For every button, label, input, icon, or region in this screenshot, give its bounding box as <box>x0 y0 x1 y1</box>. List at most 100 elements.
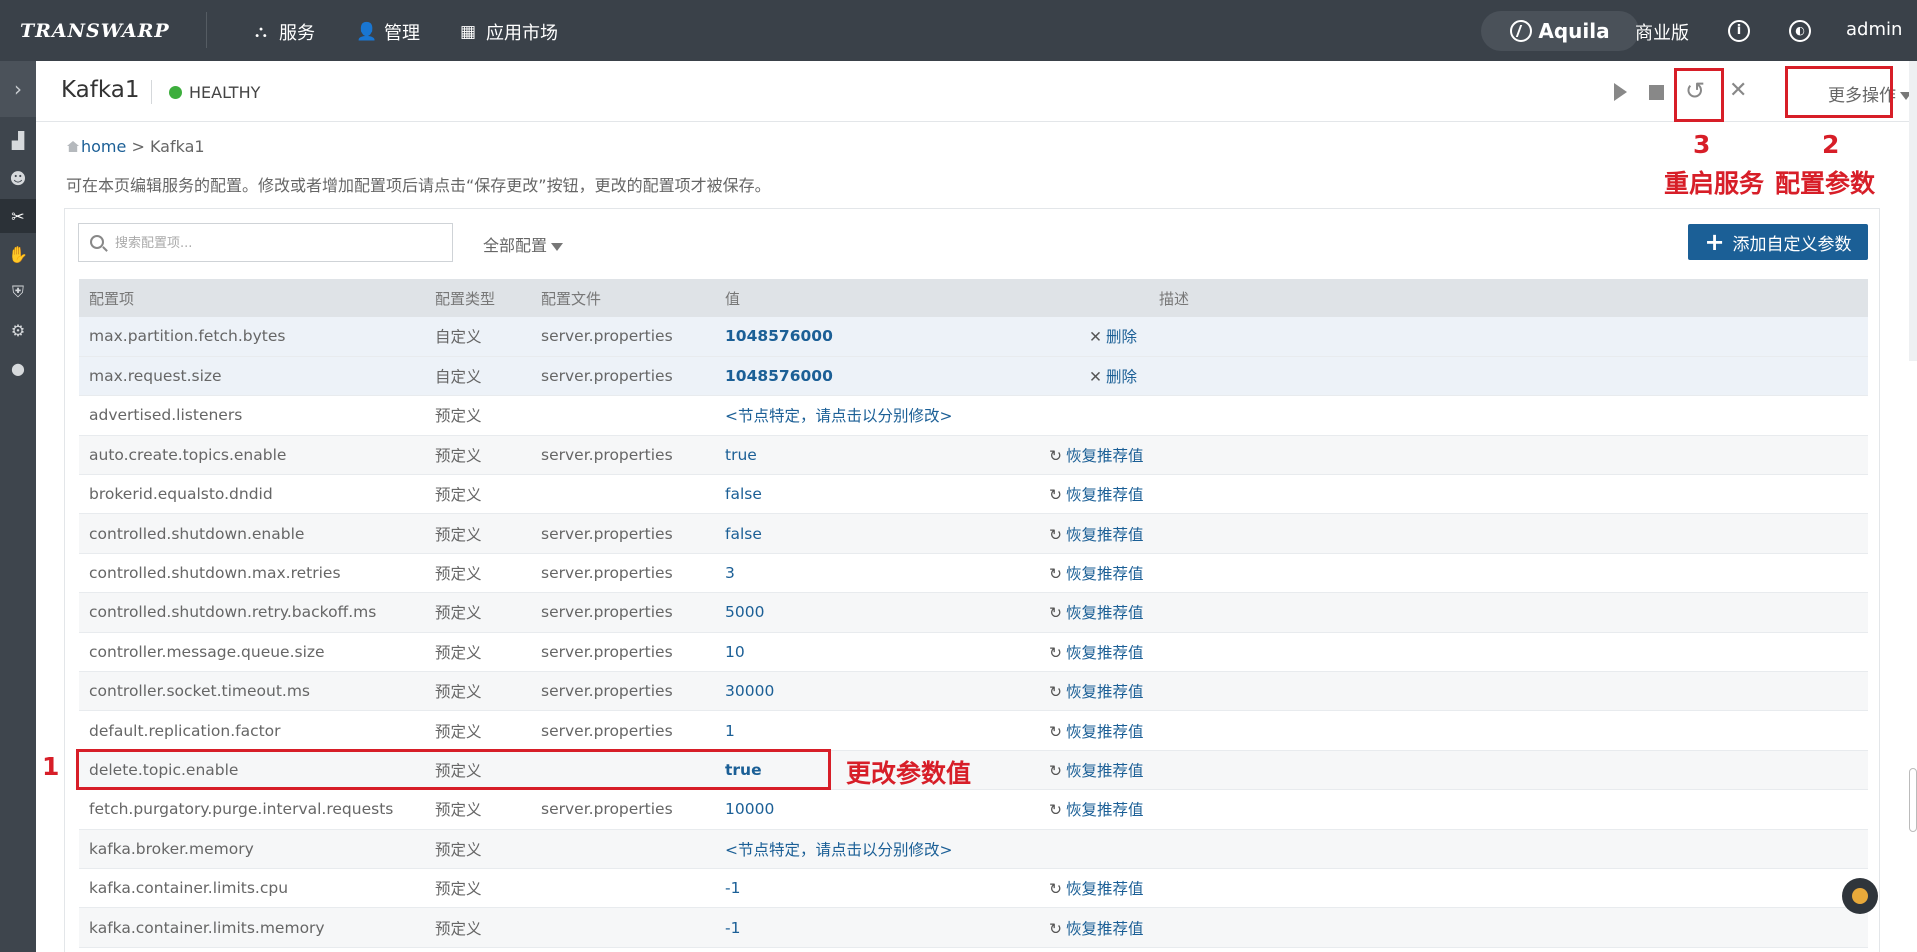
reset-refresh-icon: ↻ <box>1049 643 1062 662</box>
table-row[interactable]: brokerid.equalsto.dndid 预定义 false ↻ 恢复推荐值 <box>79 474 1868 515</box>
table-row[interactable]: auto.create.topics.enable 预定义 server.prope… <box>79 435 1868 476</box>
gears-icon[interactable]: ⚙ <box>0 313 36 347</box>
search-box[interactable] <box>78 223 453 262</box>
restore-recommended-link[interactable]: 恢复推荐值 <box>1066 880 1144 898</box>
config-type: 预定义 <box>425 829 531 869</box>
info-icon[interactable]: i <box>1728 20 1750 42</box>
row-action[interactable]: ↻ 恢复推荐值 <box>1049 789 1149 830</box>
restore-recommended-link[interactable]: 恢复推荐值 <box>1066 644 1144 662</box>
restore-recommended-link[interactable]: 恢复推荐值 <box>1066 801 1144 819</box>
col-header-desc[interactable]: 描述 <box>1149 279 1868 317</box>
nav-app-market[interactable]: ▦ 应用市场 <box>458 19 558 45</box>
restore-recommended-link[interactable]: 恢复推荐值 <box>1066 762 1144 780</box>
table-row[interactable]: controlled.shutdown.max.retries 预定义 server… <box>79 553 1868 594</box>
dashboard-chart-icon[interactable]: ▟ <box>0 123 36 157</box>
aquila-logo-icon <box>1510 20 1533 42</box>
config-file <box>531 907 715 948</box>
breadcrumb-home-link[interactable]: home <box>81 137 126 156</box>
add-custom-param-button[interactable]: + 添加自定义参数 <box>1688 224 1868 260</box>
col-header-type[interactable]: 配置类型 <box>425 279 531 317</box>
restore-recommended-link[interactable]: 恢复推荐值 <box>1066 565 1144 583</box>
row-action[interactable]: ↻ 恢复推荐值 <box>1049 592 1149 633</box>
row-action[interactable]: ↻ 恢复推荐值 <box>1049 553 1149 594</box>
col-header-value[interactable]: 值 <box>715 279 1049 317</box>
aquila-product-badge[interactable]: Aquila <box>1481 11 1639 51</box>
restore-recommended-link[interactable]: 恢复推荐值 <box>1066 447 1144 465</box>
row-action[interactable]: ↻ 恢复推荐值 <box>1049 907 1149 948</box>
restore-recommended-link[interactable]: 恢复推荐值 <box>1066 526 1144 544</box>
config-desc <box>1149 829 1868 869</box>
config-filter-dropdown[interactable]: 全部配置 <box>483 232 564 256</box>
table-row[interactable]: fetch.purgatory.purge.interval.requests 预… <box>79 789 1868 830</box>
config-value[interactable]: -1 <box>715 868 1049 909</box>
delete-link[interactable]: 删除 <box>1106 328 1137 346</box>
globe-icon[interactable]: ◐ <box>1789 20 1811 42</box>
restore-recommended-link[interactable]: 恢复推荐值 <box>1066 683 1144 701</box>
user-menu[interactable]: admin <box>1846 19 1902 40</box>
table-row[interactable]: kafka.container.limits.cpu 预定义 -1 ↻ 恢复推荐值 <box>79 868 1868 909</box>
config-value[interactable]: true <box>715 435 1049 476</box>
config-value[interactable]: 10000 <box>715 789 1049 830</box>
person-icon[interactable]: ● <box>0 351 36 385</box>
row-action[interactable]: ↻ 恢复推荐值 <box>1049 435 1149 476</box>
config-desc <box>1149 395 1868 436</box>
nav-services[interactable]: ⛬ 服务 <box>251 19 315 45</box>
floating-help-button[interactable] <box>1842 878 1878 914</box>
table-row[interactable]: advertised.listeners 预定义 <节点特定，请点击以分别修改> <box>79 395 1868 436</box>
table-row[interactable]: controller.message.queue.size 预定义 server.p… <box>79 632 1868 673</box>
table-row[interactable]: kafka.container.limits.memory 预定义 -1 ↻ 恢复推荐值 <box>79 907 1868 948</box>
config-value[interactable]: false <box>715 513 1049 554</box>
config-value[interactable]: false <box>715 474 1049 515</box>
sidebar-expand-chevron-icon[interactable]: › <box>0 61 36 117</box>
table-row[interactable]: default.replication.factor 预定义 server.prop… <box>79 710 1868 751</box>
config-value[interactable]: -1 <box>715 907 1049 948</box>
hand-icon[interactable]: ✋ <box>0 237 36 271</box>
restore-recommended-link[interactable]: 恢复推荐值 <box>1066 920 1144 938</box>
start-service-play-icon[interactable] <box>1614 83 1627 101</box>
config-value[interactable]: 5000 <box>715 592 1049 633</box>
row-action[interactable]: ↻ 恢复推荐值 <box>1049 671 1149 712</box>
config-value[interactable]: 30000 <box>715 671 1049 712</box>
table-row[interactable]: max.partition.fetch.bytes 自定义 server.prope… <box>79 317 1868 357</box>
row-action[interactable]: ↻ 恢复推荐值 <box>1049 868 1149 909</box>
row-action[interactable]: ↻ 恢复推荐值 <box>1049 750 1149 791</box>
table-row[interactable]: controlled.shutdown.retry.backoff.ms 预定义 s… <box>79 592 1868 633</box>
table-row[interactable]: controller.socket.timeout.ms 预定义 server.pr… <box>79 671 1868 712</box>
table-row[interactable]: kafka.broker.memory 预定义 <节点特定，请点击以分别修改> <box>79 829 1868 869</box>
search-input[interactable] <box>115 232 435 254</box>
config-value[interactable]: 10 <box>715 632 1049 673</box>
restore-recommended-link[interactable]: 恢复推荐值 <box>1066 723 1144 741</box>
row-action[interactable]: ✕ 删除 <box>1049 356 1149 397</box>
config-value[interactable]: <节点特定，请点击以分别修改> <box>715 395 1049 436</box>
page-scrollbar-track[interactable] <box>1909 61 1917 361</box>
nav-manage[interactable]: 👤 管理 <box>356 19 420 45</box>
restore-recommended-link[interactable]: 恢复推荐值 <box>1066 604 1144 622</box>
row-action[interactable]: ↻ 恢复推荐值 <box>1049 474 1149 515</box>
row-action[interactable]: ↻ 恢复推荐值 <box>1049 513 1149 554</box>
shield-icon[interactable]: ⛨ <box>0 275 36 309</box>
row-action[interactable]: ↻ 恢复推荐值 <box>1049 632 1149 673</box>
row-action[interactable]: ✕ 删除 <box>1049 317 1149 357</box>
col-header-file[interactable]: 配置文件 <box>531 279 715 317</box>
restore-recommended-link[interactable]: 恢复推荐值 <box>1066 486 1144 504</box>
row-action[interactable]: ↻ 恢复推荐值 <box>1049 710 1149 751</box>
config-value[interactable]: 1 <box>715 710 1049 751</box>
col-header-key[interactable]: 配置项 <box>79 279 425 317</box>
delete-link[interactable]: 删除 <box>1106 368 1137 386</box>
table-row[interactable]: controlled.shutdown.enable 预定义 server.prop… <box>79 513 1868 554</box>
mask-icon[interactable]: ☻ <box>0 161 36 195</box>
page-scrollbar-thumb[interactable] <box>1909 768 1917 832</box>
stop-service-stop-icon[interactable] <box>1649 85 1664 100</box>
config-value[interactable]: 1048576000 <box>715 317 1049 357</box>
close-icon[interactable]: ✕ <box>1729 79 1747 103</box>
config-file: server.properties <box>531 356 715 397</box>
config-value[interactable]: 3 <box>715 553 1049 594</box>
annotation-box-more-actions <box>1785 66 1893 118</box>
transwarp-logo[interactable]: TRANSWARP <box>20 20 170 42</box>
config-file: server.properties <box>531 710 715 751</box>
config-value[interactable]: <节点特定，请点击以分别修改> <box>715 829 1049 869</box>
tools-icon[interactable]: ✂ <box>0 199 36 233</box>
config-key: controlled.shutdown.retry.backoff.ms <box>79 592 425 633</box>
config-value[interactable]: 1048576000 <box>715 356 1049 397</box>
table-row[interactable]: max.request.size 自定义 server.properties 1048… <box>79 356 1868 397</box>
